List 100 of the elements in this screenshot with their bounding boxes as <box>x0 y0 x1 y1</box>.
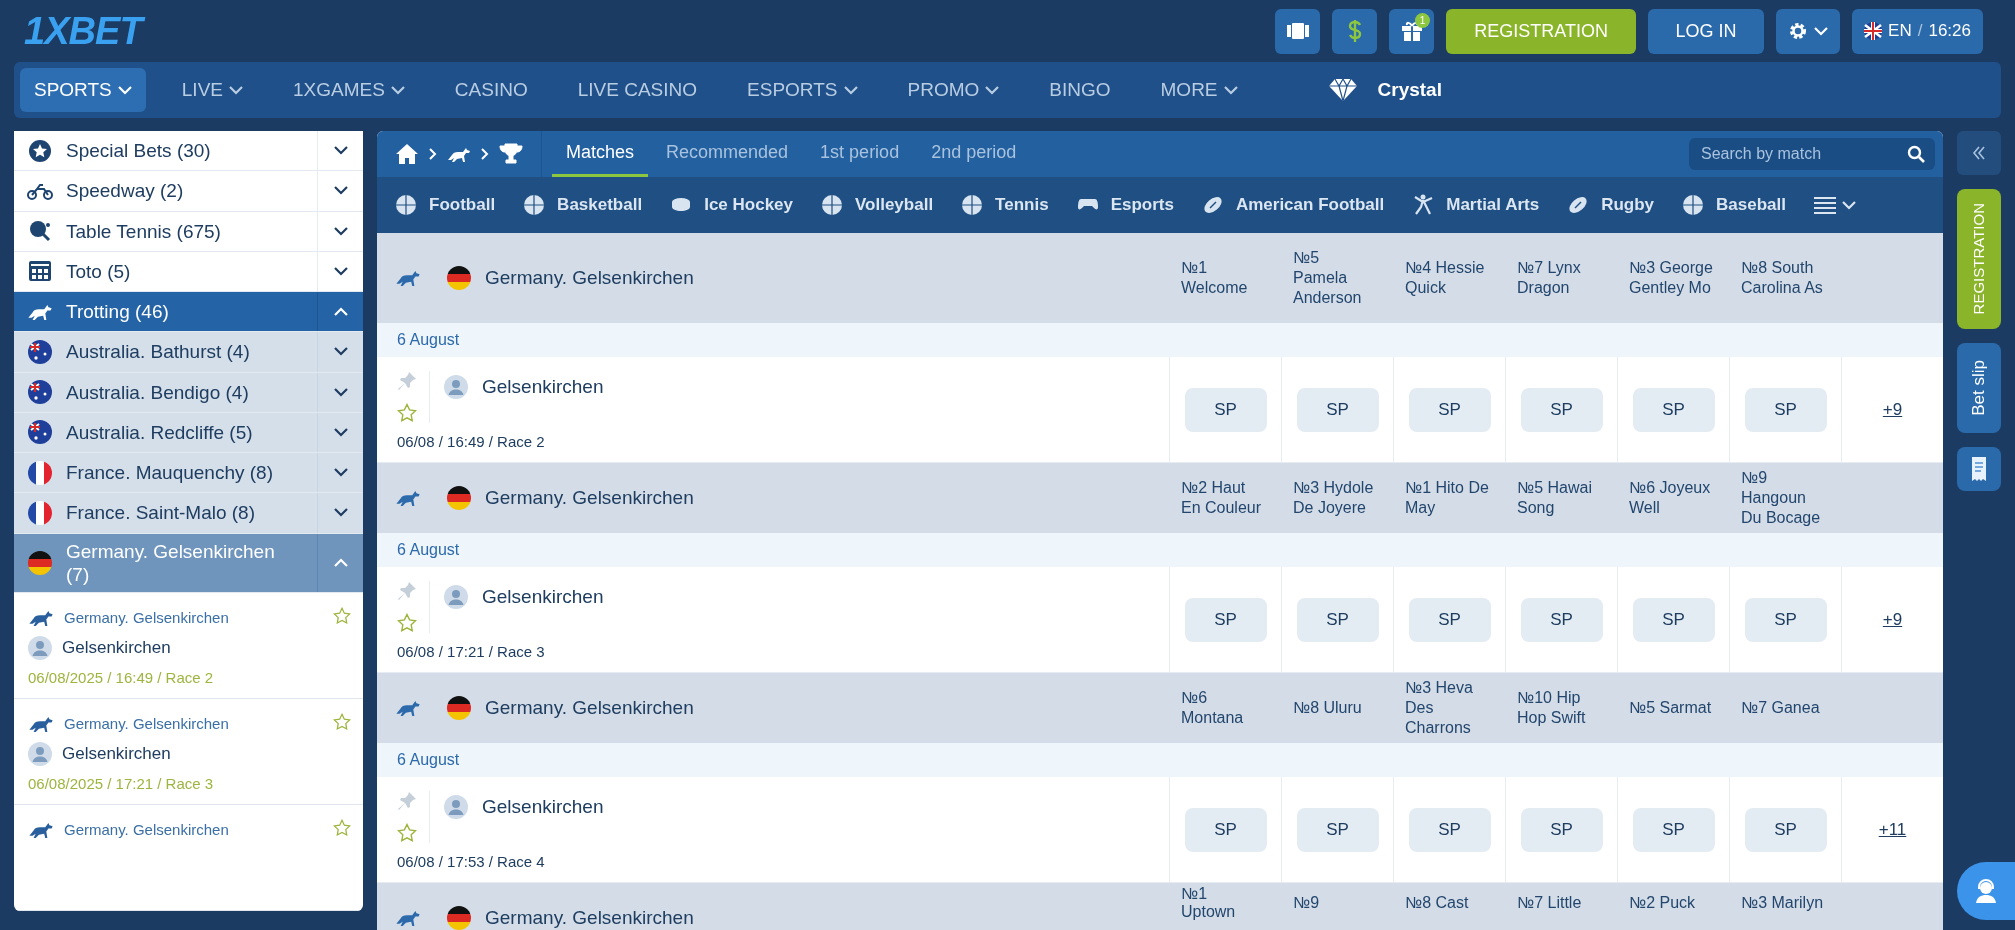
cards-button[interactable] <box>1275 8 1321 54</box>
event-name: Gelsenkirchen <box>62 637 171 660</box>
league-name: Germany. Gelsenkirchen <box>485 485 694 510</box>
collapse-button[interactable] <box>1957 131 2001 175</box>
odds-button[interactable]: SP <box>1632 807 1715 852</box>
sidebar-label: Australia. Bathurst (4) <box>66 340 251 364</box>
odds-button[interactable]: SP <box>1520 597 1603 642</box>
sidebar-label: Australia. Redcliffe (5) <box>66 420 254 444</box>
more-markets-link[interactable]: +9 <box>1882 606 1903 633</box>
favorite-star-icon[interactable] <box>333 818 351 837</box>
odds-button[interactable]: SP <box>1632 387 1715 432</box>
sidebar-event-card[interactable]: Germany. Gelsenkirchen Gelsenkirchen 06/08/2025 / 16:49 / Race 2 <box>14 592 363 699</box>
sport-filter[interactable]: Tennis <box>961 192 1049 218</box>
more-markets-link[interactable]: +11 <box>1878 816 1907 843</box>
coupon-button[interactable] <box>1957 447 2001 491</box>
sidebar-item[interactable]: Australia. Bendigo (4) <box>14 372 363 413</box>
favorite-star-icon[interactable] <box>397 403 417 423</box>
sidebar-item[interactable]: Trotting (46) <box>14 292 363 333</box>
odds-button[interactable]: SP <box>1296 597 1379 642</box>
sport-filter[interactable]: Basketball <box>523 192 643 218</box>
runner-name: №5 Hawai Song <box>1517 478 1593 518</box>
sport-filter[interactable]: Esports <box>1076 192 1174 218</box>
tab[interactable]: 2nd period <box>917 131 1031 177</box>
sidebar-item[interactable]: France. Saint-Malo (8) <box>14 493 363 534</box>
tab[interactable]: 1st period <box>806 131 914 177</box>
odds-button[interactable]: SP <box>1184 387 1267 432</box>
odds-button[interactable]: SP <box>1408 387 1491 432</box>
odds-button[interactable]: SP <box>1296 387 1379 432</box>
sport-filter[interactable]: Football <box>395 192 496 218</box>
odds-button[interactable]: SP <box>1408 597 1491 642</box>
more-sports-button[interactable] <box>1814 196 1856 214</box>
nav-item[interactable]: BINGO <box>1035 68 1125 112</box>
runner-name: №5 Sarmat <box>1629 698 1712 718</box>
sport-filter[interactable]: Rugby <box>1567 192 1655 218</box>
sidebar-event-card[interactable]: Germany. Gelsenkirchen <box>14 804 363 911</box>
odds-button[interactable]: SP <box>1520 807 1603 852</box>
tab[interactable]: Recommended <box>652 131 803 177</box>
odds-button[interactable]: SP <box>1744 597 1827 642</box>
odds-button[interactable]: SP <box>1184 597 1267 642</box>
pin-icon[interactable] <box>397 371 417 391</box>
chevron-down-icon <box>333 427 348 437</box>
language-button[interactable]: EN / 16:26 <box>1852 8 1983 54</box>
rugby-ball-icon <box>1567 194 1590 216</box>
login-button[interactable]: LOG IN <box>1648 8 1765 54</box>
odds-button[interactable]: SP <box>1520 387 1603 432</box>
odds-button[interactable]: SP <box>1744 387 1827 432</box>
odds-button[interactable]: SP <box>1408 807 1491 852</box>
paddle-icon <box>28 219 52 244</box>
event-time: 06/08/2025 / 16:49 / Race 2 <box>28 667 215 688</box>
nav-item[interactable]: LIVE CASINO <box>563 68 712 112</box>
nav-item[interactable]: Crystal <box>1313 68 1456 112</box>
pin-icon[interactable] <box>397 581 417 601</box>
sidebar-item[interactable]: Speedway (2) <box>14 171 363 212</box>
sidebar-item[interactable]: Special Bets (30) <box>14 131 363 172</box>
dollar-button[interactable] <box>1332 8 1378 54</box>
odds-button[interactable]: SP <box>1184 807 1267 852</box>
nav-item[interactable]: MORE <box>1146 68 1252 112</box>
more-markets-link[interactable]: +9 <box>1882 396 1903 423</box>
nav-item[interactable]: 1XGAMES <box>279 68 419 112</box>
sidebar-item[interactable]: Australia. Bathurst (4) <box>14 332 363 373</box>
bet-slip-button[interactable]: Bet slip <box>1957 343 2001 433</box>
sport-filter[interactable]: Baseball <box>1682 192 1786 218</box>
settings-button[interactable] <box>1776 8 1841 54</box>
runner-name: №8 South Carolina As <box>1741 258 1824 298</box>
sport-filter[interactable]: Volleyball <box>821 192 934 218</box>
sidebar-item[interactable]: Australia. Redcliffe (5) <box>14 412 363 453</box>
pin-icon[interactable] <box>397 791 417 811</box>
sidebar-item[interactable]: Table Tennis (675) <box>14 211 363 252</box>
favorite-star-icon[interactable] <box>397 823 417 843</box>
favorite-star-icon[interactable] <box>333 606 351 625</box>
runner-name: №3 Hydole De Joyere <box>1293 478 1375 518</box>
event-name: Gelsenkirchen <box>482 374 604 399</box>
nav-item[interactable]: ESPORTS <box>733 68 872 112</box>
nav-item[interactable]: CASINO <box>440 68 542 112</box>
nav-item[interactable]: SPORTS <box>20 68 146 112</box>
support-chat-button[interactable] <box>1957 862 2015 920</box>
avatar-icon <box>444 795 468 819</box>
league-name: Germany. Gelsenkirchen <box>64 713 229 734</box>
sidebar-item[interactable]: Toto (5) <box>14 251 363 292</box>
odds-button[interactable]: SP <box>1296 807 1379 852</box>
sport-filter[interactable]: Martial Arts <box>1412 192 1540 218</box>
sidebar-item[interactable]: France. Mauquenchy (8) <box>14 453 363 494</box>
trophy-icon[interactable] <box>499 143 523 165</box>
home-icon[interactable] <box>395 143 419 165</box>
odds-button[interactable]: SP <box>1632 597 1715 642</box>
search-field[interactable]: Search by match <box>1689 138 1935 170</box>
sport-filter[interactable]: Ice Hockey <box>670 192 793 218</box>
chevron-up-icon <box>333 307 348 317</box>
avatar-icon <box>444 585 468 609</box>
sport-filter[interactable]: American Football <box>1201 192 1385 218</box>
favorite-star-icon[interactable] <box>333 712 351 731</box>
sidebar-event-card[interactable]: Germany. Gelsenkirchen Gelsenkirchen 06/08/2025 / 17:21 / Race 3 <box>14 698 363 805</box>
favorite-star-icon[interactable] <box>397 613 417 633</box>
germany-flag-icon <box>447 906 471 930</box>
sidebar-label: Special Bets (30) <box>66 139 212 163</box>
avatar-icon <box>28 742 52 767</box>
nav-item[interactable]: LIVE <box>167 68 257 112</box>
odds-button[interactable]: SP <box>1744 807 1827 852</box>
nav-item[interactable]: PROMO <box>893 68 1014 112</box>
sidebar-label: Germany. Gelsenkirchen (7) <box>66 539 276 586</box>
